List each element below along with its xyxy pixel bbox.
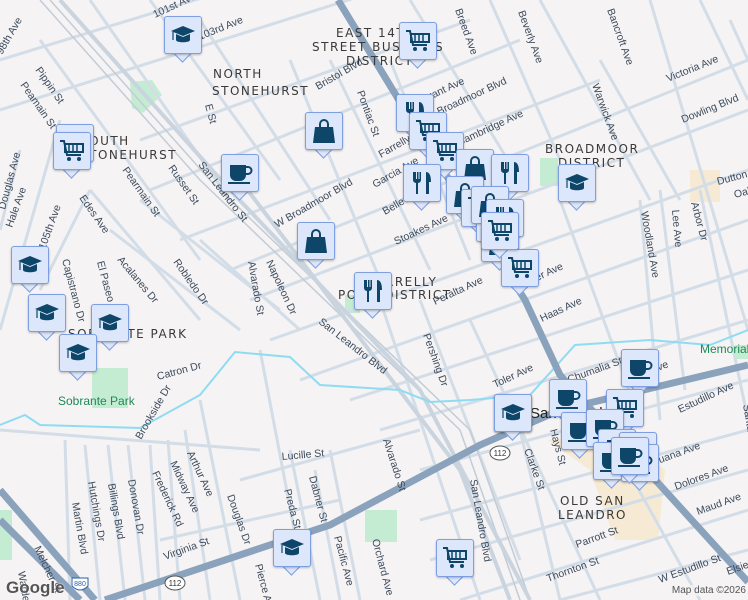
fork-marker[interactable] [354, 272, 392, 319]
street-label: Cambridge Ave [455, 108, 525, 149]
map-data-attribution[interactable]: Map data ©2026 [671, 585, 746, 596]
cart-marker[interactable] [399, 22, 437, 69]
cart-icon [506, 254, 534, 282]
school-icon [64, 339, 92, 367]
street-label: Clarke St [521, 447, 547, 492]
street-label: Stoakes Ave [392, 212, 450, 248]
ca112-shield-2: 112 [494, 449, 507, 458]
street-label: Hutchings Dr [85, 480, 107, 542]
school-icon [33, 299, 61, 327]
fork-marker[interactable] [403, 164, 441, 211]
i880-shield: 880 [74, 581, 86, 588]
school-marker[interactable] [11, 246, 49, 293]
street-label: Martin Blvd [69, 501, 90, 555]
district-south-stonehurst-2: STONEHURST [80, 148, 177, 162]
coffee-icon [616, 442, 644, 470]
school-marker[interactable] [59, 334, 97, 381]
coffee-icon [226, 159, 254, 187]
street-label: Dabner St [306, 475, 330, 524]
street-label: Pershing Dr [420, 332, 450, 389]
street-label: Bancroft Ave [604, 7, 636, 67]
street-label: Alvarado St [245, 260, 266, 316]
cart-marker[interactable] [53, 132, 91, 179]
district-old-san-leandro-2: LEANDRO [558, 508, 627, 522]
cart-icon [58, 137, 86, 165]
street-label: Dutton Ave [716, 163, 748, 188]
district-broadmoor: BROADMOOR [545, 142, 639, 156]
park-memorial: Memorial [700, 342, 748, 356]
bag-icon [302, 227, 330, 255]
cart-marker[interactable] [481, 212, 519, 259]
fork-icon [359, 277, 387, 305]
street-label: Dowling Blvd [680, 92, 741, 126]
street-label: Catron Dr [156, 359, 204, 383]
cart-marker[interactable] [436, 539, 474, 586]
school-icon [96, 309, 124, 337]
school-icon [278, 534, 306, 562]
street-label: Woodland Ave [638, 210, 662, 279]
street-label: Lee Ave [669, 209, 684, 248]
school-icon [563, 169, 591, 197]
school-marker[interactable] [273, 529, 311, 576]
street-label: Alvarado St [380, 437, 408, 492]
school-marker[interactable] [558, 164, 596, 211]
street-label: Orchard Ave [369, 538, 396, 597]
google-logo: Google [6, 578, 65, 597]
street-label: Pearmain St [120, 165, 163, 219]
street-label: Juana Ave [652, 440, 702, 468]
school-icon [499, 399, 527, 427]
park-sobrante: Sobrante Park [58, 394, 136, 408]
fork-icon [496, 159, 524, 187]
street-label: 98th Ave [0, 15, 25, 56]
school-icon [16, 251, 44, 279]
street-label: Billings Blvd [105, 482, 127, 540]
bag-marker[interactable] [297, 222, 335, 269]
cart-icon [404, 27, 432, 55]
street-label: Edes Ave [77, 193, 112, 236]
school-marker[interactable] [494, 394, 532, 441]
bag-marker[interactable] [305, 112, 343, 159]
street-label: Lucille St [281, 447, 325, 463]
school-icon [169, 21, 197, 49]
street-label: 105th Ave [37, 203, 64, 251]
bag-icon [310, 117, 338, 145]
coffee-marker[interactable] [221, 154, 259, 201]
coffee-marker[interactable] [611, 437, 649, 484]
school-marker[interactable] [164, 16, 202, 63]
street-label: Beverly Ave [515, 9, 545, 65]
coffee-icon [626, 354, 654, 382]
street-label: Victoria Ave [665, 53, 721, 85]
fork-icon [408, 169, 436, 197]
coffee-icon [554, 384, 582, 412]
cart-icon [441, 544, 469, 572]
street-label: Napoleon Dr [263, 258, 299, 317]
street-label: Breed Ave [452, 7, 480, 57]
district-old-san-leandro: OLD SAN [560, 494, 625, 508]
district-north-stonehurst-2: STONEHURST [212, 84, 309, 98]
cart-icon [486, 217, 514, 245]
street-label: Parrott St [574, 524, 620, 550]
street-label: Donovan Dr [125, 478, 147, 536]
district-north-stonehurst: NORTH [213, 67, 263, 81]
street-label: Russet St [166, 163, 202, 207]
street-label: E St [202, 103, 219, 125]
cart-icon [431, 137, 459, 165]
street-label: 103rd Ave [197, 14, 245, 43]
ca112-shield: 112 [169, 579, 182, 588]
street-label: Haas Ave [538, 295, 584, 325]
